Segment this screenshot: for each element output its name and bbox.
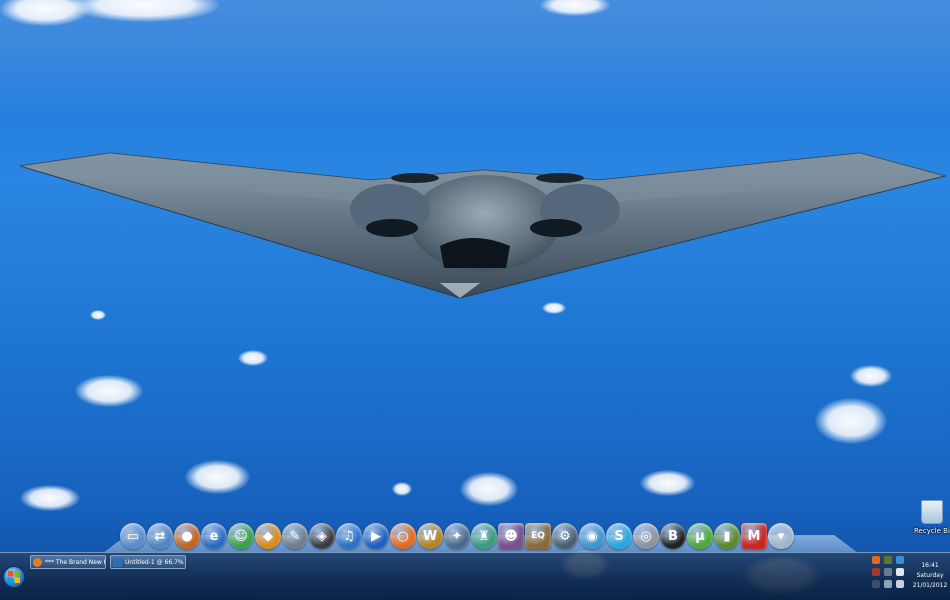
messenger-icon[interactable]: ☺ — [228, 523, 254, 549]
cloud — [640, 470, 695, 496]
cloud — [90, 310, 106, 320]
cloud — [392, 482, 412, 496]
clock-date: 21/01/2012 — [912, 582, 948, 589]
system-tray — [872, 556, 908, 596]
network-icon[interactable]: ⇄ — [147, 523, 173, 549]
firefox-icon[interactable]: ● — [174, 523, 200, 549]
bars-icon[interactable]: ▮ — [714, 523, 740, 549]
clock[interactable]: 16:41 Saturday 21/01/2012 — [910, 561, 950, 591]
taskbar: *** The Brand New P... Untitled-1 @ 66.7… — [0, 552, 950, 600]
cloud — [542, 302, 566, 314]
tray-icon[interactable] — [884, 568, 892, 576]
trash-icon[interactable]: ▾ — [768, 523, 794, 549]
tray-icon[interactable] — [884, 580, 892, 588]
cloud — [185, 460, 250, 494]
cloud — [850, 365, 892, 387]
cloud — [75, 375, 143, 407]
cloud — [238, 350, 268, 366]
cloud — [815, 398, 887, 444]
tray-icon[interactable] — [896, 556, 904, 564]
cloud — [20, 485, 80, 511]
game-portrait-icon[interactable]: ☻ — [498, 523, 524, 549]
everquest-icon[interactable]: EQ — [525, 523, 551, 549]
recycle-bin[interactable]: Recycle Bin — [914, 500, 950, 535]
dock: ▭ ⇄ ● e ☺ ◆ ✎ ◈ ♫ ▶ ○ W ✦ ♜ ☻ EQ ⚙ ◉ S ◎ Bμ ▮ M ▾ — [120, 517, 794, 549]
origin-icon[interactable]: ○ — [390, 523, 416, 549]
game-figure-icon[interactable]: ♜ — [471, 523, 497, 549]
recycle-bin-icon — [921, 500, 943, 524]
firefox-icon — [33, 557, 42, 567]
taskbar-button-firefox[interactable]: *** The Brand New P... — [30, 555, 106, 569]
tray-icon[interactable] — [884, 556, 892, 564]
tray-icon[interactable] — [872, 556, 880, 564]
taskbar-button-label: *** The Brand New P... — [45, 558, 105, 566]
tray-icon[interactable] — [872, 580, 880, 588]
taskbar-button-photoshop[interactable]: Untitled-1 @ 66.7% (... — [110, 555, 186, 569]
cloud — [460, 472, 518, 506]
my-computer-icon[interactable]: ▭ — [120, 523, 146, 549]
media-player-icon[interactable]: ▶ — [363, 523, 389, 549]
desktop: Recycle Bin ▭⇄●e☺◆✎◈♫▶○W✦♜☻EQ⚙◉S◎Bμ▮M▾ *… — [0, 0, 950, 600]
warcraft-icon[interactable]: W — [417, 523, 443, 549]
recycle-bin-label: Recycle Bin — [914, 527, 950, 535]
internet-explorer-icon[interactable]: e — [201, 523, 227, 549]
chat-bubble-icon[interactable]: ◉ — [579, 523, 605, 549]
stealth-bomber-image — [20, 152, 947, 299]
tray-icon[interactable] — [896, 568, 904, 576]
tray-icon[interactable] — [872, 568, 880, 576]
start-button[interactable] — [3, 566, 25, 588]
clock-day: Saturday — [916, 572, 944, 579]
tray-icon[interactable] — [896, 580, 904, 588]
itunes-icon[interactable]: ♫ — [336, 523, 362, 549]
shield-icon[interactable]: ◆ — [255, 523, 281, 549]
alien-icon[interactable]: ◈ — [309, 523, 335, 549]
photoshop-icon — [113, 557, 122, 567]
taskbar-button-label: Untitled-1 @ 66.7% (... — [125, 558, 185, 566]
steam-icon[interactable]: ⚙ — [552, 523, 578, 549]
skype-icon[interactable]: S — [606, 523, 632, 549]
utorrent-icon[interactable]: μ — [687, 523, 713, 549]
windows-logo-icon — [8, 571, 20, 583]
tools-icon[interactable]: ✎ — [282, 523, 308, 549]
hl-icon[interactable]: B — [660, 523, 686, 549]
clock-time: 16:41 — [921, 562, 939, 569]
starcraft-icon[interactable]: ✦ — [444, 523, 470, 549]
malwarebytes-icon[interactable]: M — [741, 523, 767, 549]
alarm-icon[interactable]: ◎ — [633, 523, 659, 549]
